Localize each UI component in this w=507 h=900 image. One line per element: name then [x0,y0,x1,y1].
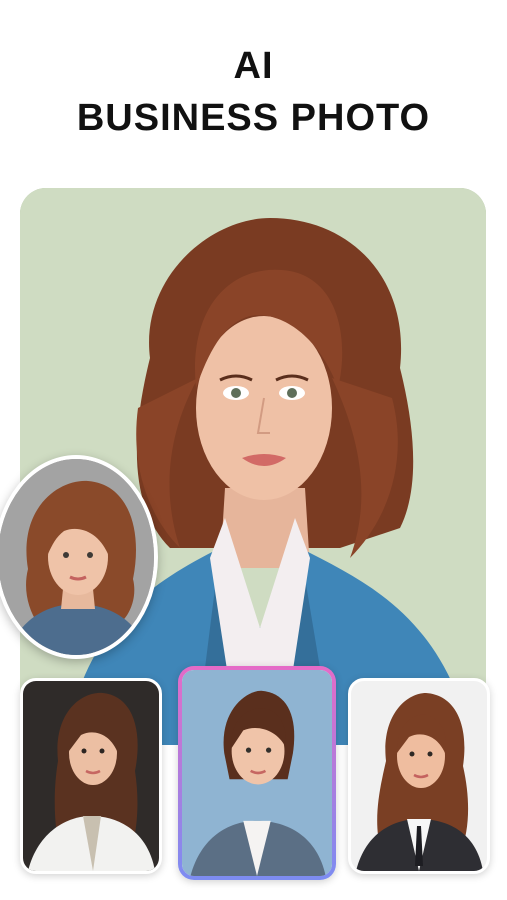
original-photo-circle[interactable] [0,455,158,659]
original-photo-image [0,459,154,655]
style-thumbnail-white[interactable] [348,678,490,874]
style-thumbnail-dark[interactable] [20,678,162,874]
headline-line2: BUSINESS PHOTO [76,97,431,139]
style-thumbnail-blue[interactable] [178,666,336,880]
headline-line1: AI [233,45,274,87]
style-thumbnail-blue-image [182,670,332,876]
style-thumbnail-white-image [351,681,487,871]
style-thumbnail-dark-image [23,681,159,871]
headline: AI BUSINESS PHOTO [0,40,507,144]
original-photo-frame [0,455,158,659]
